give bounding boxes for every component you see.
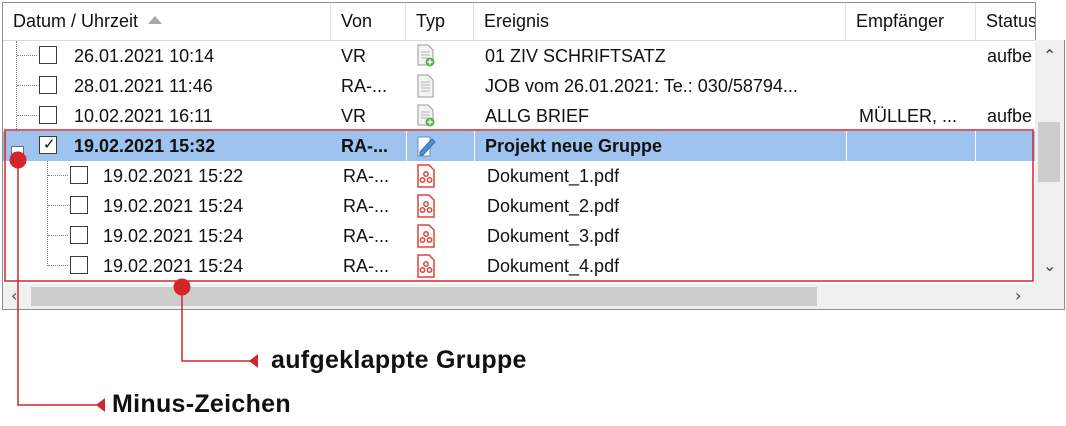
group-callout-arrow	[249, 354, 258, 368]
group-highlight-box	[4, 129, 1034, 282]
annotation-overlay	[4, 129, 1034, 412]
minus-callout-arrow	[96, 398, 105, 412]
minus-callout-line	[17, 160, 105, 406]
callout-label-minus: Minus-Zeichen	[112, 390, 291, 418]
callout-label-group: aufgeklappte Gruppe	[271, 346, 527, 374]
group-callout-line	[181, 287, 258, 362]
